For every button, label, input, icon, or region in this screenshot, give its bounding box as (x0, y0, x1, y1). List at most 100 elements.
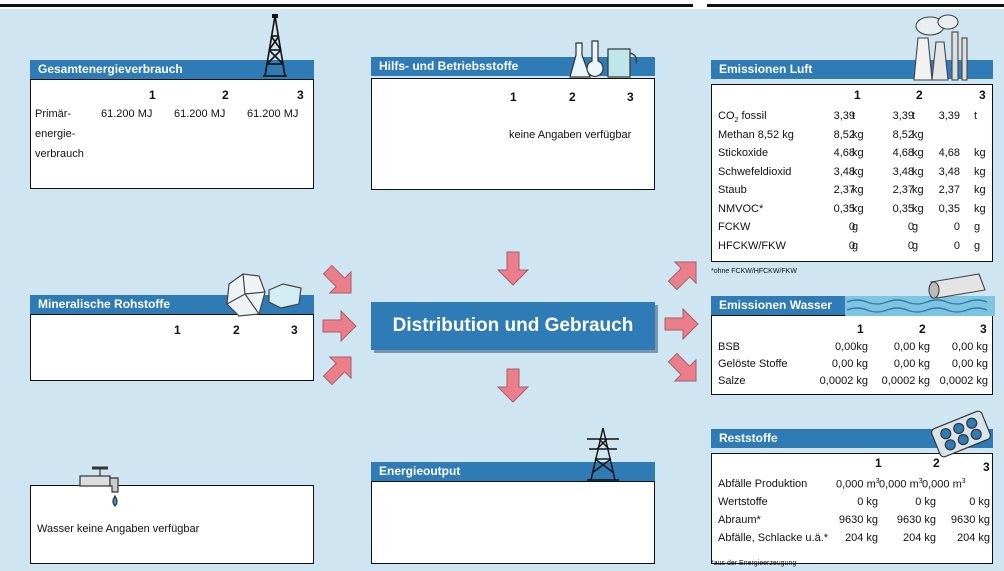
wasser-text: Wasser keine Angaben verfügbar (37, 523, 200, 535)
luft-row-value: 0,35 (892, 202, 914, 215)
luft-row-label: Methan 8,52 kg (718, 128, 794, 141)
luft-row-unit: kg (974, 147, 986, 159)
col-head-2: 2 (916, 88, 923, 102)
luft-row-unit: kg (852, 184, 864, 196)
oil-derrick-icon (263, 14, 287, 77)
wasser-em-box: 1 2 3 BSB 0,00kg 0,00 kg 0,00 kg Gelöste Sto… (711, 315, 993, 395)
wasser-em-row-value: 0,00 kg (951, 341, 988, 353)
luft-row-value: 2,37 (892, 184, 914, 196)
wasser-em-row-value: 0,00 kg (831, 358, 868, 370)
rest-row-value: 0,000 m3 (879, 478, 923, 491)
label-line: Primär- (35, 108, 72, 120)
gesamt-box: 1 2 3 Primär- energie- verbrauch 61.200 … (30, 79, 314, 189)
wasser-em-row-value: 0,00 kg (893, 358, 930, 370)
arrow-from-wasser (322, 356, 352, 386)
luft-row-value: 3,39 (938, 110, 960, 122)
luft-row-unit: kg (852, 147, 864, 159)
arrow-from-mineral (322, 309, 357, 343)
energie-box (371, 481, 655, 564)
luft-row-unit: g (852, 239, 859, 252)
luft-row-label: NMVOC* (718, 202, 764, 215)
col-head-2: 2 (933, 456, 940, 470)
luft-row-value: 8,52 (892, 128, 914, 141)
value-cell: 61.200 MJ (174, 108, 226, 120)
rest-row-value: 9630 kg (838, 514, 878, 526)
col-head-3: 3 (291, 323, 298, 337)
mineral-box: 1 2 3 (30, 314, 314, 381)
arrow-from-gesamt (322, 264, 352, 294)
co2-label: CO2 fossil (718, 110, 767, 125)
luft-footnote: *ohne FCKW/HFCKW/FKW (711, 268, 797, 275)
col-head-2: 2 (919, 322, 926, 336)
power-pylon-icon (587, 427, 619, 481)
luft-row-value: 2,37 (938, 184, 960, 196)
luft-row-unit: kg (974, 165, 986, 178)
col-head-1: 1 (174, 323, 181, 337)
col-head-1: 1 (510, 90, 517, 104)
hilfs-box: 1 2 3 keine Angaben verfügbar (371, 78, 655, 190)
center-title-box: Distribution und Gebrauch (371, 302, 655, 350)
luft-row-label: Schwefeldioxid (718, 165, 792, 178)
rest-row-label: Abfälle, Schlacke u.ä.* (718, 532, 829, 544)
luft-row-unit: t (912, 110, 916, 122)
luft-row-value: 3,48 (892, 165, 914, 178)
luft-row-unit: g (852, 221, 859, 233)
label-line: verbrauch (35, 148, 84, 160)
top-rule (0, 0, 1004, 9)
rest-box: 1 2 3 Abfälle Produktion 0,000 m3 0,000 … (711, 453, 993, 564)
luft-row-unit: kg (852, 202, 864, 215)
col-head-1: 1 (149, 88, 156, 102)
luft-row-unit: g (912, 221, 919, 233)
luft-row-unit: g (974, 221, 981, 233)
luft-row-value: 4,68 (892, 147, 914, 159)
luft-row-unit: g (974, 239, 981, 252)
recycling-tray-icon (930, 410, 992, 458)
rest-row-value: 0 kg (915, 496, 936, 508)
col-head-2: 2 (233, 323, 240, 337)
luft-row-label: HFCKW/FKW (718, 239, 786, 252)
rest-row-value: 0 kg (969, 496, 990, 508)
luft-row-value: 0,35 (938, 202, 960, 215)
luft-row-value: 0 (953, 239, 960, 252)
col-head-3: 3 (627, 90, 634, 104)
rest-footnote: *aus der Energieerzeugung (711, 560, 797, 567)
luft-row-unit: kg (974, 184, 986, 196)
wasser-em-row-label: Gelöste Stoffe (718, 358, 788, 370)
rest-row-value: 0,000 m3 (836, 478, 880, 491)
wasser-em-row-value: 0,00kg (834, 341, 868, 353)
rest-row-value: 9630 kg (896, 514, 936, 526)
rest-row-value: 204 kg (844, 532, 878, 544)
wasser-em-row-label: BSB (718, 341, 741, 353)
center-title: Distribution und Gebrauch (392, 315, 634, 336)
luft-row-unit: kg (852, 128, 864, 141)
value-cell: 61.200 MJ (247, 108, 299, 120)
water-pipe-outflow-icon (845, 273, 995, 316)
col-head-3: 3 (979, 88, 986, 102)
rest-row-value: 204 kg (902, 532, 936, 544)
col-head-2: 2 (569, 90, 576, 104)
luft-row-unit: kg (912, 184, 924, 196)
col-head-1: 1 (854, 88, 861, 102)
rest-row-value: 0 kg (857, 496, 878, 508)
value-cell: 61.200 MJ (101, 108, 153, 120)
rest-row-label: Abfälle Produktion (718, 478, 808, 490)
luft-row-value: 4,68 (938, 147, 960, 159)
rest-row-label: Abraum* (718, 514, 761, 526)
wasser-em-row-value: 0,0002 kg (819, 375, 868, 387)
luft-row-value: 0 (953, 221, 960, 233)
col-head-3: 3 (980, 322, 987, 336)
col-head-1: 1 (875, 456, 882, 470)
luft-row-unit: kg (912, 147, 924, 159)
luft-row-unit: kg (974, 202, 986, 215)
no-data-note: keine Angaben verfügbar (509, 129, 632, 141)
luft-row-value: 3,48 (938, 165, 960, 178)
luft-row-unit: kg (912, 165, 924, 178)
rest-row-value: 0,000 m3 (922, 478, 966, 491)
col-head-3: 3 (983, 460, 990, 474)
arrow-to-rest (667, 352, 697, 382)
luft-row-unit: t (974, 110, 978, 122)
arrow-to-energie (496, 368, 530, 403)
lab-glassware-icon (569, 40, 637, 78)
luft-row-unit: kg (852, 165, 864, 178)
wasser-em-row-value: 0,00 kg (893, 341, 930, 353)
